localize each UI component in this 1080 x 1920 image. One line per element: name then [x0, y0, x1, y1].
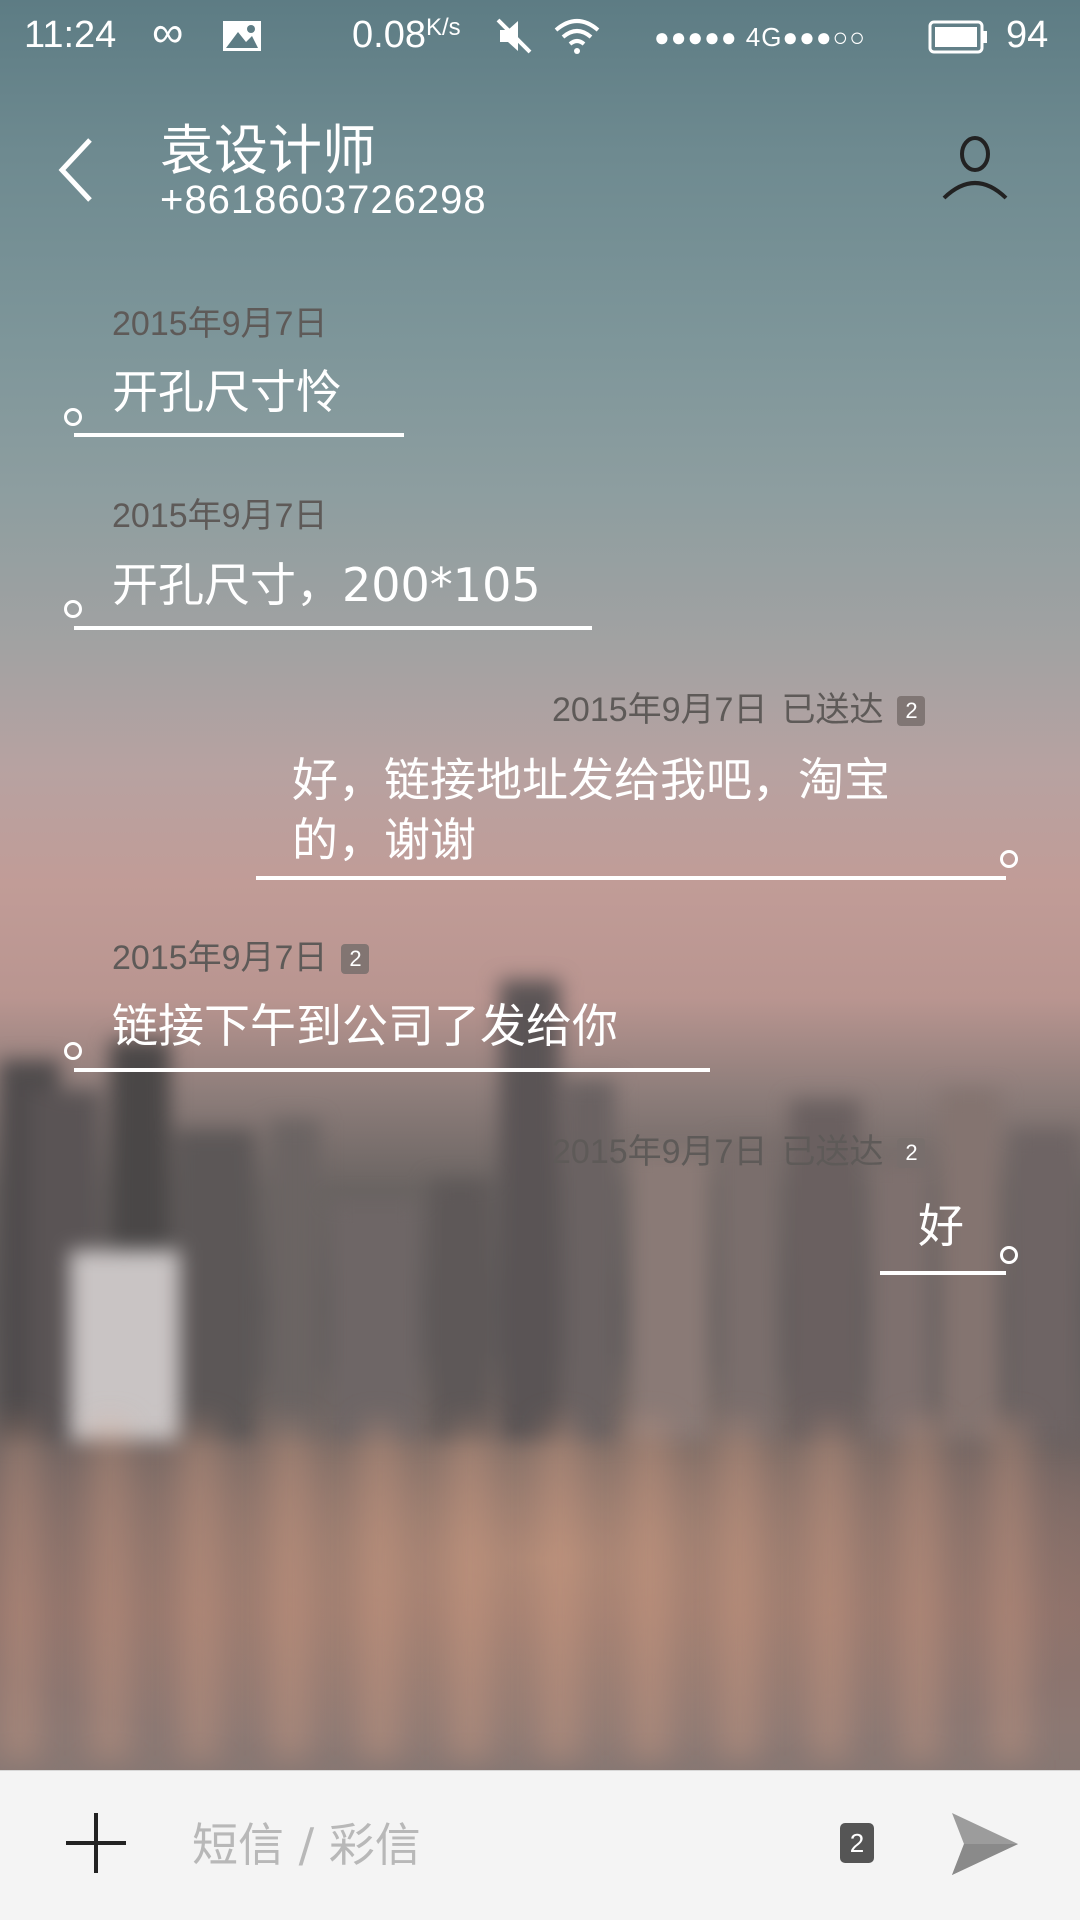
- message-underline: [74, 1068, 710, 1072]
- message-date-text: 2015年9月7日: [112, 939, 328, 977]
- sim-badge: 2: [897, 1138, 926, 1168]
- message-underline: [256, 876, 1006, 880]
- status-bar: 11:24 ∞ 0.08K/s ●●●●● 4G●●●○○ 94: [0, 0, 1080, 78]
- message-text: 好，链接地址发给我吧，淘宝 的，谢谢: [292, 750, 890, 870]
- message-underline: [74, 433, 404, 437]
- battery-icon: [928, 20, 987, 54]
- message-date: 2015年9月7日 已送达 2: [552, 1124, 926, 1173]
- battery-level: 94: [1006, 14, 1049, 56]
- send-icon[interactable]: [950, 1811, 1020, 1877]
- message-text: 链接下午到公司了发给你: [112, 999, 618, 1053]
- message-date: 2015年9月7日: [112, 296, 327, 345]
- contact-number: +8618603726298: [160, 178, 487, 222]
- message-status: 已送达: [781, 691, 884, 729]
- message-text-line: 好，链接地址发给我吧，淘宝: [292, 753, 890, 807]
- message-date-text: 2015年9月7日: [112, 305, 328, 343]
- contact-name: 袁设计师: [160, 119, 376, 182]
- person-icon[interactable]: [940, 132, 1010, 202]
- message-text: 好: [918, 1199, 964, 1253]
- network-speed: 0.08K/s: [352, 14, 461, 57]
- message-date-text: 2015年9月7日: [552, 691, 768, 729]
- message-dot: [1000, 850, 1018, 868]
- signal-indicator: ●●●●● 4G●●●○○: [654, 22, 866, 52]
- message-dot: [1000, 1246, 1018, 1264]
- message-date-text: 2015年9月7日: [112, 497, 328, 535]
- mute-icon: [496, 18, 532, 54]
- back-button[interactable]: [52, 130, 112, 210]
- message-input[interactable]: [190, 1809, 794, 1881]
- message-date-text: 2015年9月7日: [552, 1133, 768, 1171]
- message-text-line: 的，谢谢: [292, 813, 476, 867]
- message-status: 已送达: [781, 1133, 884, 1171]
- network-speed-unit: K/s: [425, 14, 461, 41]
- plus-icon[interactable]: [66, 1813, 126, 1873]
- sim-badge: 2: [341, 944, 370, 974]
- message-date: 2015年9月7日 已送达 2: [552, 682, 926, 731]
- message-underline: [880, 1271, 1006, 1275]
- message-text: 开孔尺寸，200*105: [112, 558, 541, 612]
- message-text: 开孔尺寸怜: [112, 365, 342, 419]
- sim-select-button[interactable]: 2: [840, 1823, 874, 1863]
- message-dot: [64, 408, 82, 426]
- sim-badge: 2: [897, 696, 926, 726]
- message-dot: [64, 600, 82, 618]
- message-date: 2015年9月7日: [112, 488, 327, 537]
- network-speed-value: 0.08: [352, 14, 426, 56]
- message-date: 2015年9月7日 2: [112, 930, 370, 979]
- message-composer: 2: [0, 1770, 1080, 1920]
- message-dot: [64, 1042, 82, 1060]
- conversation-header: 袁设计师 +8618603726298: [0, 90, 1080, 240]
- infinity-icon: ∞: [152, 8, 184, 57]
- sms-conversation-screen: 11:24 ∞ 0.08K/s ●●●●● 4G●●●○○ 94 袁设计师 +8…: [0, 0, 1080, 1920]
- image-icon: [223, 21, 261, 51]
- status-time: 11:24: [24, 14, 117, 56]
- wifi-icon: [554, 19, 600, 54]
- background-water: [0, 1420, 1080, 1760]
- message-underline: [74, 626, 592, 630]
